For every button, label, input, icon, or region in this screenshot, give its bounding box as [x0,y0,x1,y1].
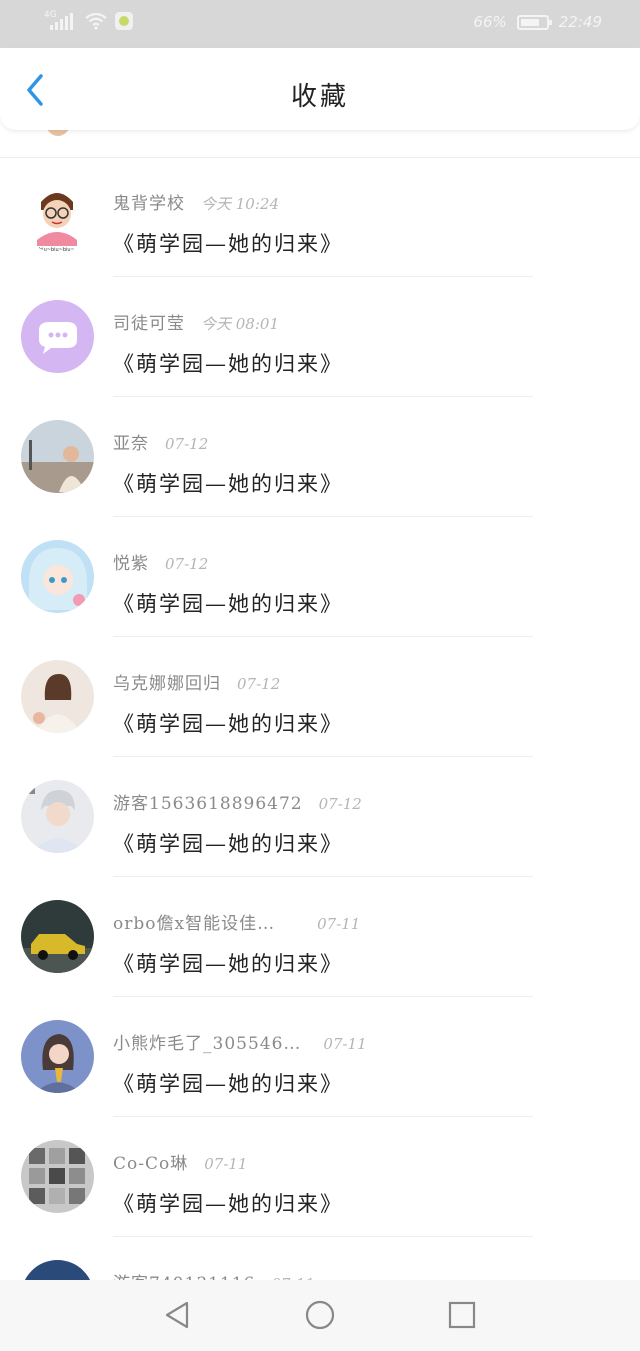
user-name[interactable]: 悦紫 [113,554,149,574]
item-time: 07-11 [204,1155,248,1173]
story-title[interactable]: 《萌学园—她的归来》 [113,1068,343,1098]
divider [113,756,533,757]
car-avatar-icon[interactable] [21,900,94,973]
user-name[interactable]: orbo儋x智能设佳… [113,914,275,934]
chat-bubble-avatar-icon[interactable] [21,300,94,373]
list-item[interactable]: 司徒可莹 今天 08:01 《萌学园—她的归来》 [0,278,640,398]
svg-text:biu~biu~biu~: biu~biu~biu~ [39,247,75,253]
list-item[interactable]: 亚奈 07-12 《萌学园—她的归来》 [0,398,640,518]
circle-home-icon [305,1300,335,1330]
item-meta: 亚奈 07-12 [113,429,208,454]
divider [113,996,533,997]
triangle-back-icon [165,1301,189,1329]
status-bar: 4G 66% 22:49 [0,0,640,48]
system-nav-bar [0,1280,640,1351]
item-time: 今天 10:24 [201,195,279,213]
item-time: 07-11 [317,915,361,933]
clock: 22:49 [558,13,602,31]
battery-percent: 66% [473,13,507,31]
list-item[interactable]: Co-Co琳 07-11 《萌学园—她的归来》 [0,1118,640,1238]
photo-avatar-icon[interactable] [21,420,94,493]
item-meta: 乌克娜娜回归 07-12 [113,669,280,694]
story-title[interactable]: 《萌学园—她的归来》 [113,828,343,858]
screen: 4G 66% 22:49 收藏 biu~biu~biu~ 鬼背学校 今天 10:… [0,0,640,1351]
story-title[interactable]: 《萌学园—她的归来》 [113,468,343,498]
list-item[interactable]: 乌克娜娜回归 07-12 《萌学园—她的归来》 [0,638,640,758]
item-time: 07-12 [165,555,209,573]
app-notification-icon [115,12,133,30]
item-time: 07-11 [323,1035,367,1053]
user-name[interactable]: 亚奈 [113,434,149,454]
divider [113,1116,533,1117]
divider [113,1236,533,1237]
item-meta: orbo儋x智能设佳… 07-11 [113,909,360,934]
item-time: 07-12 [165,435,209,453]
battery-icon [516,14,552,30]
story-title[interactable]: 《萌学园—她的归来》 [113,588,343,618]
story-title[interactable]: 《萌学园—她的归来》 [113,348,343,378]
story-title[interactable]: 《萌学园—她的归来》 [113,948,343,978]
user-name[interactable]: 鬼背学校 [113,194,185,214]
list-item[interactable]: 悦紫 07-12 《萌学园—她的归来》 [0,518,640,638]
collage-avatar-icon[interactable] [21,1140,94,1213]
divider [113,396,533,397]
user-name[interactable]: 游客1563618896472 [113,794,303,814]
status-right: 66% 22:49 [473,13,602,31]
item-time: 07-12 [318,795,362,813]
page-title: 收藏 [290,82,349,112]
divider [113,516,533,517]
user-name[interactable]: 乌克娜娜回归 [113,674,221,694]
girl-avatar-icon[interactable] [21,1020,94,1093]
network-type: 4G [44,10,57,20]
recents-nav-button[interactable] [445,1298,479,1332]
user-name[interactable]: 司徒可莹 [113,314,185,334]
story-title[interactable]: 《萌学园—她的归来》 [113,228,343,258]
user-name[interactable]: Co-Co琳 [113,1154,188,1174]
item-meta: 鬼背学校 今天 10:24 [113,189,279,214]
photo-avatar-icon[interactable] [21,780,94,853]
item-time: 07-12 [237,675,281,693]
list-item[interactable]: 小熊炸毛了_305546… 07-11 《萌学园—她的归来》 [0,998,640,1118]
anime-girl-avatar-icon[interactable] [21,540,94,613]
item-meta: Co-Co琳 07-11 [113,1149,247,1174]
item-meta: 司徒可莹 今天 08:01 [113,309,279,334]
square-recents-icon [448,1301,476,1329]
divider [113,636,533,637]
photo-avatar-icon[interactable] [21,660,94,733]
cartoon-girl-avatar-icon[interactable]: biu~biu~biu~ [21,180,94,253]
story-title[interactable]: 《萌学园—她的归来》 [113,708,343,738]
item-time: 今天 08:01 [201,315,279,333]
story-title[interactable]: 《萌学园—她的归来》 [113,1188,343,1218]
list-item[interactable]: orbo儋x智能设佳… 07-11 《萌学园—她的归来》 [0,878,640,998]
item-meta: 悦紫 07-12 [113,549,208,574]
item-meta: 小熊炸毛了_305546… 07-11 [113,1029,367,1054]
status-left: 4G [44,10,133,30]
item-meta: 游客1563618896472 07-12 [113,789,362,814]
wifi-icon [85,12,107,30]
back-nav-button[interactable] [160,1298,194,1332]
divider [113,876,533,877]
header: 收藏 [0,48,640,130]
divider [113,276,533,277]
list-item[interactable]: 游客1563618896472 07-12 《萌学园—她的归来》 [0,758,640,878]
list-item[interactable]: biu~biu~biu~ 鬼背学校 今天 10:24 《萌学园—她的归来》 [0,158,640,278]
user-name[interactable]: 小熊炸毛了_305546… [113,1034,301,1054]
home-nav-button[interactable] [303,1298,337,1332]
